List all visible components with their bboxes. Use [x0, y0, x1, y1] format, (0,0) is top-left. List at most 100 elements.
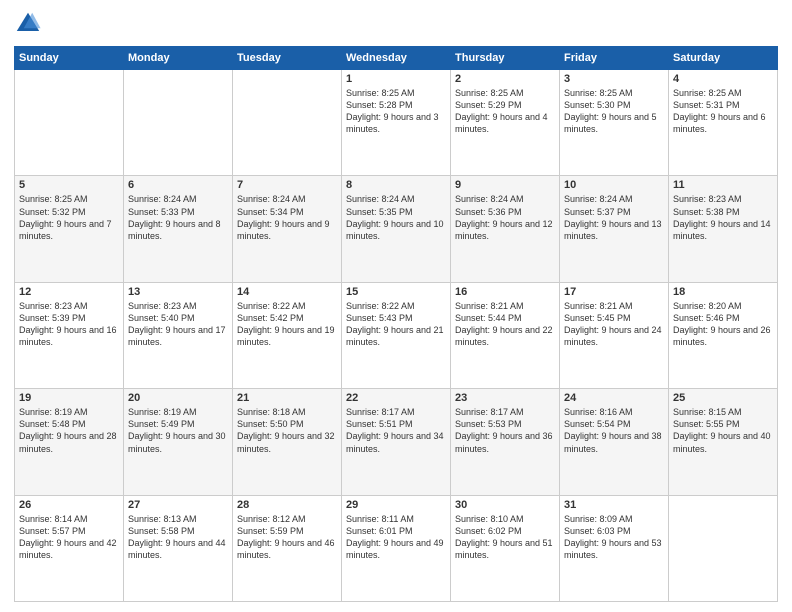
- day-info: Sunrise: 8:23 AM Sunset: 5:40 PM Dayligh…: [128, 300, 228, 349]
- day-number: 24: [564, 392, 664, 404]
- calendar-week-row: 12 Sunrise: 8:23 AM Sunset: 5:39 PM Dayli…: [15, 282, 778, 388]
- calendar-cell: 23 Sunrise: 8:17 AM Sunset: 5:53 PM Dayli…: [451, 389, 560, 495]
- page: SundayMondayTuesdayWednesdayThursdayFrid…: [0, 0, 792, 612]
- calendar-cell: 28Sunrise: 8:12 AM Sunset: 5:59 PM Dayli…: [233, 495, 342, 601]
- calendar-week-row: 26 Sunrise: 8:14 AM Sunset: 5:57 PM Dayli…: [15, 495, 778, 601]
- day-info: Sunrise: 8:17 AM Sunset: 5:51 PM Dayligh…: [346, 406, 446, 455]
- day-info: Sunrise: 8:10 AM Sunset: 6:02 PM Dayligh…: [455, 513, 555, 562]
- day-info: Sunrise: 8:21 AM Sunset: 5:45 PM Dayligh…: [564, 300, 664, 349]
- day-number: 1: [346, 73, 446, 85]
- day-number: 7: [237, 179, 337, 191]
- day-info: Sunrise: 8:18 AM Sunset: 5:50 PM Dayligh…: [237, 406, 337, 455]
- day-info: Sunrise: 8:25 AM Sunset: 5:32 PM Dayligh…: [19, 193, 119, 242]
- calendar-cell: 21 Sunrise: 8:18 AM Sunset: 5:50 PM Dayli…: [233, 389, 342, 495]
- day-info: Sunrise: 8:15 AM Sunset: 5:55 PM Dayligh…: [673, 406, 773, 455]
- calendar-cell: 26 Sunrise: 8:14 AM Sunset: 5:57 PM Dayli…: [15, 495, 124, 601]
- day-number: 26: [19, 499, 119, 511]
- day-info: Sunrise: 8:22 AM Sunset: 5:42 PM Dayligh…: [237, 300, 337, 349]
- day-info: Sunrise: 8:20 AM Sunset: 5:46 PM Dayligh…: [673, 300, 773, 349]
- day-info: Sunrise: 8:13 AM Sunset: 5:58 PM Dayligh…: [128, 513, 228, 562]
- day-info: Sunrise: 8:24 AM Sunset: 5:37 PM Dayligh…: [564, 193, 664, 242]
- calendar-cell: [233, 70, 342, 176]
- col-header-tuesday: Tuesday: [233, 47, 342, 70]
- day-info: Sunrise: 8:21 AM Sunset: 5:44 PM Dayligh…: [455, 300, 555, 349]
- calendar-cell: 18 Sunrise: 8:20 AM Sunset: 5:46 PM Dayli…: [669, 282, 778, 388]
- day-info: Sunrise: 8:23 AM Sunset: 5:38 PM Dayligh…: [673, 193, 773, 242]
- calendar-cell: 5 Sunrise: 8:25 AM Sunset: 5:32 PM Daylig…: [15, 176, 124, 282]
- day-number: 22: [346, 392, 446, 404]
- calendar-cell: 4 Sunrise: 8:25 AM Sunset: 5:31 PM Daylig…: [669, 70, 778, 176]
- calendar-cell: 22 Sunrise: 8:17 AM Sunset: 5:51 PM Dayli…: [342, 389, 451, 495]
- day-number: 13: [128, 286, 228, 298]
- day-number: 10: [564, 179, 664, 191]
- day-number: 23: [455, 392, 555, 404]
- calendar-cell: 10 Sunrise: 8:24 AM Sunset: 5:37 PM Dayli…: [560, 176, 669, 282]
- col-header-friday: Friday: [560, 47, 669, 70]
- calendar-cell: 16 Sunrise: 8:21 AM Sunset: 5:44 PM Dayli…: [451, 282, 560, 388]
- day-number: 11: [673, 179, 773, 191]
- calendar-cell: 31 Sunrise: 8:09 AM Sunset: 6:03 PM Dayli…: [560, 495, 669, 601]
- calendar-week-row: 5 Sunrise: 8:25 AM Sunset: 5:32 PM Daylig…: [15, 176, 778, 282]
- day-info: Sunrise: 8:24 AM Sunset: 5:36 PM Dayligh…: [455, 193, 555, 242]
- calendar-cell: 3 Sunrise: 8:25 AM Sunset: 5:30 PM Daylig…: [560, 70, 669, 176]
- day-number: 5: [19, 179, 119, 191]
- calendar-cell: 11 Sunrise: 8:23 AM Sunset: 5:38 PM Dayli…: [669, 176, 778, 282]
- day-number: 14: [237, 286, 337, 298]
- day-number: 8: [346, 179, 446, 191]
- day-info: Sunrise: 8:17 AM Sunset: 5:53 PM Dayligh…: [455, 406, 555, 455]
- day-info: Sunrise: 8:19 AM Sunset: 5:48 PM Dayligh…: [19, 406, 119, 455]
- day-number: 30: [455, 499, 555, 511]
- calendar-cell: 17Sunrise: 8:21 AM Sunset: 5:45 PM Dayli…: [560, 282, 669, 388]
- calendar-cell: 7 Sunrise: 8:24 AM Sunset: 5:34 PM Daylig…: [233, 176, 342, 282]
- col-header-monday: Monday: [124, 47, 233, 70]
- day-info: Sunrise: 8:09 AM Sunset: 6:03 PM Dayligh…: [564, 513, 664, 562]
- day-info: Sunrise: 8:24 AM Sunset: 5:33 PM Dayligh…: [128, 193, 228, 242]
- day-number: 31: [564, 499, 664, 511]
- calendar-cell: 15Sunrise: 8:22 AM Sunset: 5:43 PM Dayli…: [342, 282, 451, 388]
- calendar-cell: 24 Sunrise: 8:16 AM Sunset: 5:54 PM Dayli…: [560, 389, 669, 495]
- logo-icon: [14, 10, 42, 38]
- day-number: 25: [673, 392, 773, 404]
- day-number: 3: [564, 73, 664, 85]
- calendar-table: SundayMondayTuesdayWednesdayThursdayFrid…: [14, 46, 778, 602]
- day-info: Sunrise: 8:25 AM Sunset: 5:28 PM Dayligh…: [346, 87, 446, 136]
- day-info: Sunrise: 8:24 AM Sunset: 5:34 PM Dayligh…: [237, 193, 337, 242]
- calendar-cell: 14 Sunrise: 8:22 AM Sunset: 5:42 PM Dayli…: [233, 282, 342, 388]
- col-header-wednesday: Wednesday: [342, 47, 451, 70]
- calendar-cell: 2Sunrise: 8:25 AM Sunset: 5:29 PM Daylig…: [451, 70, 560, 176]
- day-info: Sunrise: 8:25 AM Sunset: 5:29 PM Dayligh…: [455, 87, 555, 136]
- calendar-cell: 19 Sunrise: 8:19 AM Sunset: 5:48 PM Dayli…: [15, 389, 124, 495]
- calendar-cell: 20 Sunrise: 8:19 AM Sunset: 5:49 PM Dayli…: [124, 389, 233, 495]
- calendar-cell: 27 Sunrise: 8:13 AM Sunset: 5:58 PM Dayli…: [124, 495, 233, 601]
- day-number: 9: [455, 179, 555, 191]
- calendar-cell: 9 Sunrise: 8:24 AM Sunset: 5:36 PM Daylig…: [451, 176, 560, 282]
- day-number: 19: [19, 392, 119, 404]
- day-info: Sunrise: 8:25 AM Sunset: 5:30 PM Dayligh…: [564, 87, 664, 136]
- day-number: 18: [673, 286, 773, 298]
- col-header-saturday: Saturday: [669, 47, 778, 70]
- day-info: Sunrise: 8:14 AM Sunset: 5:57 PM Dayligh…: [19, 513, 119, 562]
- calendar-cell: 30 Sunrise: 8:10 AM Sunset: 6:02 PM Dayli…: [451, 495, 560, 601]
- calendar-cell: 12 Sunrise: 8:23 AM Sunset: 5:39 PM Dayli…: [15, 282, 124, 388]
- day-info: Sunrise: 8:16 AM Sunset: 5:54 PM Dayligh…: [564, 406, 664, 455]
- day-number: 16: [455, 286, 555, 298]
- day-info: Sunrise: 8:19 AM Sunset: 5:49 PM Dayligh…: [128, 406, 228, 455]
- day-number: 4: [673, 73, 773, 85]
- day-number: 27: [128, 499, 228, 511]
- day-number: 15: [346, 286, 446, 298]
- day-info: Sunrise: 8:12 AM Sunset: 5:59 PM Dayligh…: [237, 513, 337, 562]
- calendar-cell: [124, 70, 233, 176]
- day-info: Sunrise: 8:23 AM Sunset: 5:39 PM Dayligh…: [19, 300, 119, 349]
- day-number: 20: [128, 392, 228, 404]
- day-info: Sunrise: 8:11 AM Sunset: 6:01 PM Dayligh…: [346, 513, 446, 562]
- day-number: 21: [237, 392, 337, 404]
- calendar-cell: 25 Sunrise: 8:15 AM Sunset: 5:55 PM Dayli…: [669, 389, 778, 495]
- day-number: 6: [128, 179, 228, 191]
- day-info: Sunrise: 8:25 AM Sunset: 5:31 PM Dayligh…: [673, 87, 773, 136]
- day-number: 12: [19, 286, 119, 298]
- col-header-sunday: Sunday: [15, 47, 124, 70]
- logo: [14, 10, 44, 38]
- day-info: Sunrise: 8:24 AM Sunset: 5:35 PM Dayligh…: [346, 193, 446, 242]
- calendar-cell: [15, 70, 124, 176]
- calendar-cell: 13 Sunrise: 8:23 AM Sunset: 5:40 PM Dayli…: [124, 282, 233, 388]
